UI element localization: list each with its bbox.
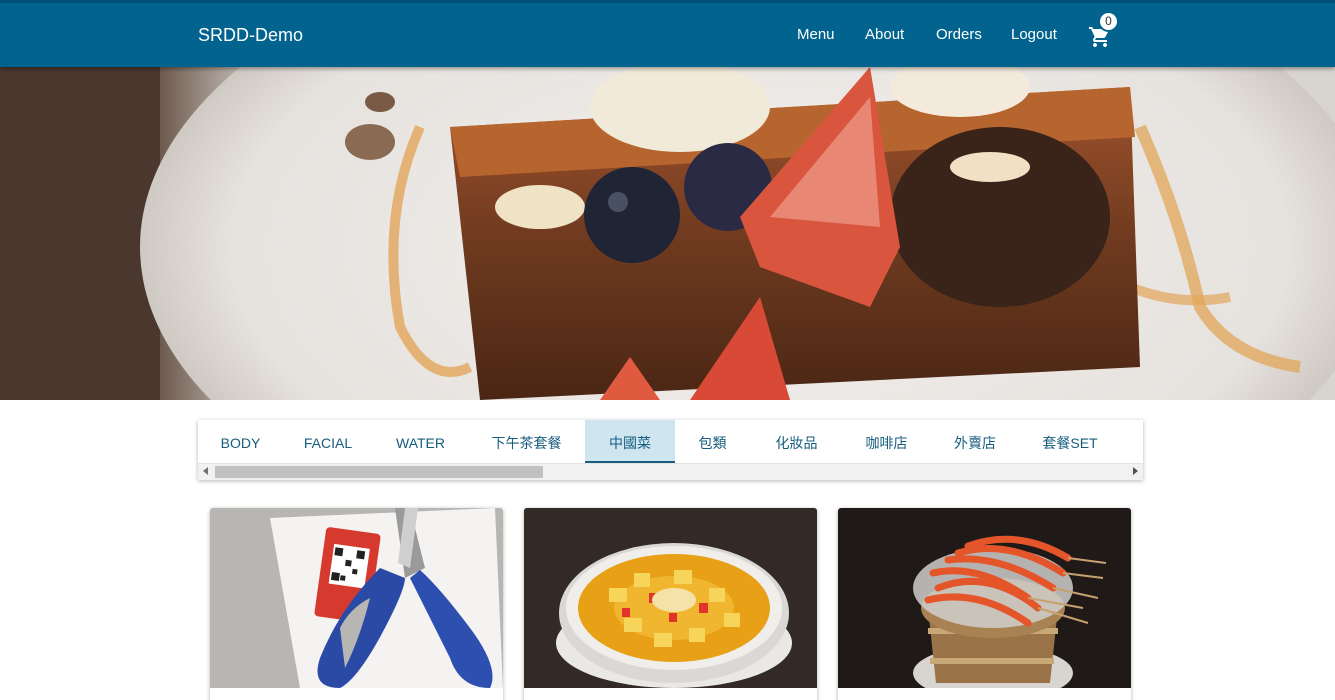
nav-menu-link[interactable]: Menu bbox=[797, 26, 835, 43]
tab-body[interactable]: BODY bbox=[198, 420, 283, 463]
product-card[interactable] bbox=[524, 508, 817, 700]
tab-cosmetics[interactable]: 化妝品 bbox=[750, 420, 843, 463]
scrollbar-thumb[interactable] bbox=[215, 466, 543, 478]
top-app-bar: SRDD-Demo Menu About Orders Logout 0 bbox=[0, 0, 1335, 67]
product-card[interactable] bbox=[838, 508, 1131, 700]
tab-afternoon-tea-set[interactable]: 下午茶套餐 bbox=[468, 420, 585, 463]
tab-coffee-shop[interactable]: 咖啡店 bbox=[843, 420, 930, 463]
tab-facial[interactable]: FACIAL bbox=[283, 420, 373, 463]
tabs-horizontal-scrollbar[interactable] bbox=[198, 463, 1143, 480]
nav-orders-link[interactable]: Orders bbox=[936, 26, 982, 43]
nav-about-link[interactable]: About bbox=[865, 26, 904, 43]
scroll-left-arrow-icon[interactable] bbox=[203, 467, 208, 475]
product-image-shrimp-skewers[interactable] bbox=[838, 508, 1131, 688]
nav-logout-link[interactable]: Logout bbox=[1011, 26, 1057, 43]
tab-water[interactable]: WATER bbox=[373, 420, 468, 463]
brand-title[interactable]: SRDD-Demo bbox=[198, 25, 303, 46]
category-tabs: BODY FACIAL WATER 下午茶套餐 中國菜 包類 化妝品 咖啡店 外… bbox=[198, 420, 1143, 480]
hero-banner-image bbox=[0, 67, 1335, 400]
cart-count-badge: 0 bbox=[1098, 11, 1119, 32]
tab-chinese-cuisine[interactable]: 中國菜 bbox=[585, 420, 675, 463]
product-image-tofu-soup[interactable] bbox=[524, 508, 817, 688]
tab-buns[interactable]: 包類 bbox=[675, 420, 750, 463]
product-image-scissors[interactable] bbox=[210, 508, 503, 688]
scroll-right-arrow-icon[interactable] bbox=[1133, 467, 1138, 475]
tab-set-meal[interactable]: 套餐SET bbox=[1020, 420, 1120, 463]
tab-takeaway-shop[interactable]: 外賣店 bbox=[930, 420, 1020, 463]
product-card[interactable] bbox=[210, 508, 503, 700]
